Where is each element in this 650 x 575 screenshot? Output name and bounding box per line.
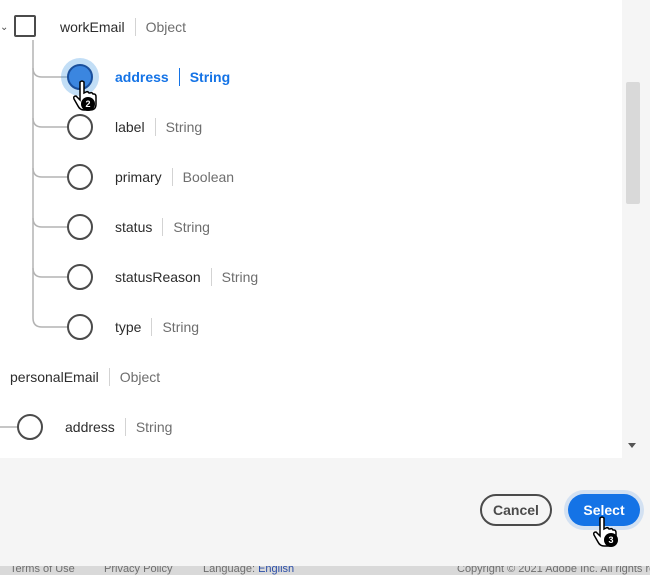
tree-node-workemail[interactable]: workEmail Object [60, 15, 186, 39]
node-type: String [221, 269, 259, 285]
chevron-down-icon[interactable]: ⌄ [0, 22, 8, 33]
tree-node-personalemail[interactable]: personalEmail Object [10, 365, 160, 389]
language-value[interactable]: English [258, 566, 294, 575]
scrollbar-thumb[interactable] [626, 82, 640, 204]
node-name: status [115, 219, 153, 235]
label-radio[interactable] [67, 114, 93, 140]
node-name: personalEmail [10, 369, 99, 385]
statusreason-radio[interactable] [67, 264, 93, 290]
tree-node-type[interactable]: type String [115, 315, 199, 339]
node-type: Object [119, 369, 161, 385]
cancel-button[interactable]: Cancel [480, 494, 552, 526]
copyright-text: Copyright © 2021 Adobe Inc. All rights r… [457, 566, 650, 575]
divider [151, 318, 153, 336]
terms-link[interactable]: Terms of Use [10, 566, 75, 575]
tree-node-label[interactable]: label String [115, 115, 202, 139]
tree-node-status[interactable]: status String [115, 215, 210, 239]
node-type: Boolean [182, 169, 235, 185]
tree-node-personal-address[interactable]: address String [65, 415, 172, 439]
divider [178, 68, 180, 86]
schema-tree-panel: ⌄ workEmail Object address String label … [0, 0, 622, 458]
node-type: String [189, 69, 231, 85]
divider [108, 368, 110, 386]
node-type: String [173, 219, 210, 235]
workemail-checkbox[interactable] [14, 15, 36, 37]
node-name: type [115, 319, 142, 335]
node-type: Object [145, 19, 187, 35]
status-radio[interactable] [67, 214, 93, 240]
tree-node-address[interactable]: address String [115, 65, 230, 89]
tree-connector-lines [0, 40, 68, 428]
node-name: address [115, 69, 169, 85]
node-type: String [165, 119, 203, 135]
language-label: Language: [203, 566, 255, 575]
privacy-link[interactable]: Privacy Policy [104, 566, 172, 575]
node-name: primary [115, 169, 162, 185]
type-radio[interactable] [67, 314, 93, 340]
divider [171, 168, 173, 186]
node-name: label [115, 119, 145, 135]
tree-node-primary[interactable]: primary Boolean [115, 165, 234, 189]
node-name: address [65, 419, 115, 435]
page-footer: Terms of Use Privacy Policy Language: En… [0, 566, 650, 575]
tree-node-statusreason[interactable]: statusReason String [115, 265, 258, 289]
personal-address-radio[interactable] [17, 414, 43, 440]
node-name: workEmail [60, 19, 125, 35]
primary-radio[interactable] [67, 164, 93, 190]
divider [162, 218, 164, 236]
divider [124, 418, 126, 436]
scrollbar[interactable] [622, 0, 650, 458]
divider [154, 118, 156, 136]
step-badge: 2 [81, 97, 95, 111]
step-badge: 3 [604, 533, 618, 547]
node-type: String [135, 419, 173, 435]
scroll-down-arrow-icon[interactable] [628, 443, 636, 448]
language-selector[interactable]: Language: English [203, 566, 294, 575]
dialog-footer: Cancel Select 3 [0, 458, 650, 566]
divider [134, 18, 136, 36]
node-type: String [162, 319, 200, 335]
node-name: statusReason [115, 269, 201, 285]
divider [210, 268, 212, 286]
